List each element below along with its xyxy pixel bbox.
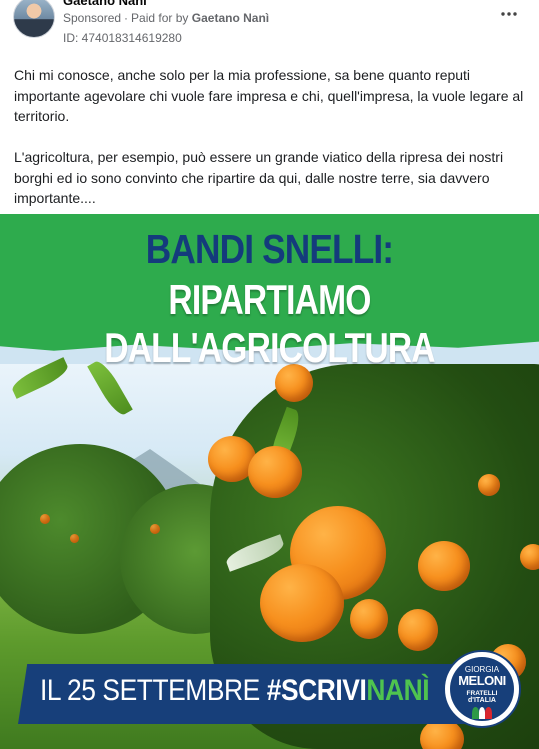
more-options-button[interactable] (497, 6, 521, 22)
logo-sub-text: d'ITALIA (468, 697, 496, 704)
ad-headline-primary: BANDI SNELLI: (145, 226, 394, 272)
orange-fruit (350, 599, 388, 639)
post-paragraph: L'agricoltura, per esempio, può essere u… (14, 149, 504, 206)
post-paragraph: Chi mi conosce, anche solo per la mia pr… (14, 67, 524, 124)
sponsored-label: Sponsored (63, 11, 122, 25)
orange-fruit (248, 446, 302, 498)
author-avatar[interactable] (13, 0, 55, 38)
orange-fruit (398, 609, 438, 651)
orange-fruit (70, 534, 79, 543)
payer-name[interactable]: Gaetano Nanì (192, 11, 269, 25)
logo-name-text: MELONI (458, 673, 506, 688)
cta-accent: NANÌ (366, 674, 430, 707)
orange-fruit (418, 541, 470, 591)
orange-fruit (260, 564, 344, 642)
ad-headline-secondary: RIPARTIAMO DALL'AGRICOLTURA (104, 276, 435, 371)
more-horizontal-icon (501, 12, 517, 16)
orange-fruit (150, 524, 160, 534)
party-logo: GIORGIA MELONI FRATELLI d'ITALIA (443, 650, 521, 728)
ad-image[interactable]: BANDI SNELLI: RIPARTIAMO DALL'AGRICOLTUR… (0, 214, 539, 749)
logo-sub-text: FRATELLI (466, 690, 498, 697)
orange-fruit (40, 514, 50, 524)
author-name[interactable]: Gaetano Nanì (63, 0, 147, 8)
sponsored-line: Sponsored · Paid for by Gaetano Nanì (63, 11, 269, 25)
post-body: Chi mi conosce, anche solo per la mia pr… (14, 65, 524, 229)
orange-fruit (478, 474, 500, 496)
post-header: Gaetano Nanì Sponsored · Paid for by Gaeta… (0, 0, 539, 55)
cta-text: IL 25 SETTEMBRE #SCRIVINANÌ (40, 674, 430, 708)
cta-prefix: IL 25 SETTEMBRE (40, 674, 267, 707)
orange-fruit (520, 544, 539, 570)
party-logo-inner: GIORGIA MELONI FRATELLI d'ITALIA (450, 657, 514, 721)
separator-dot: · (124, 11, 129, 25)
paid-for-label: Paid for by (131, 11, 189, 25)
ad-id: ID: 474018314619280 (63, 31, 182, 45)
cta-hashtag: #SCRIVI (266, 674, 367, 707)
tricolor-flame-icon (472, 707, 493, 719)
